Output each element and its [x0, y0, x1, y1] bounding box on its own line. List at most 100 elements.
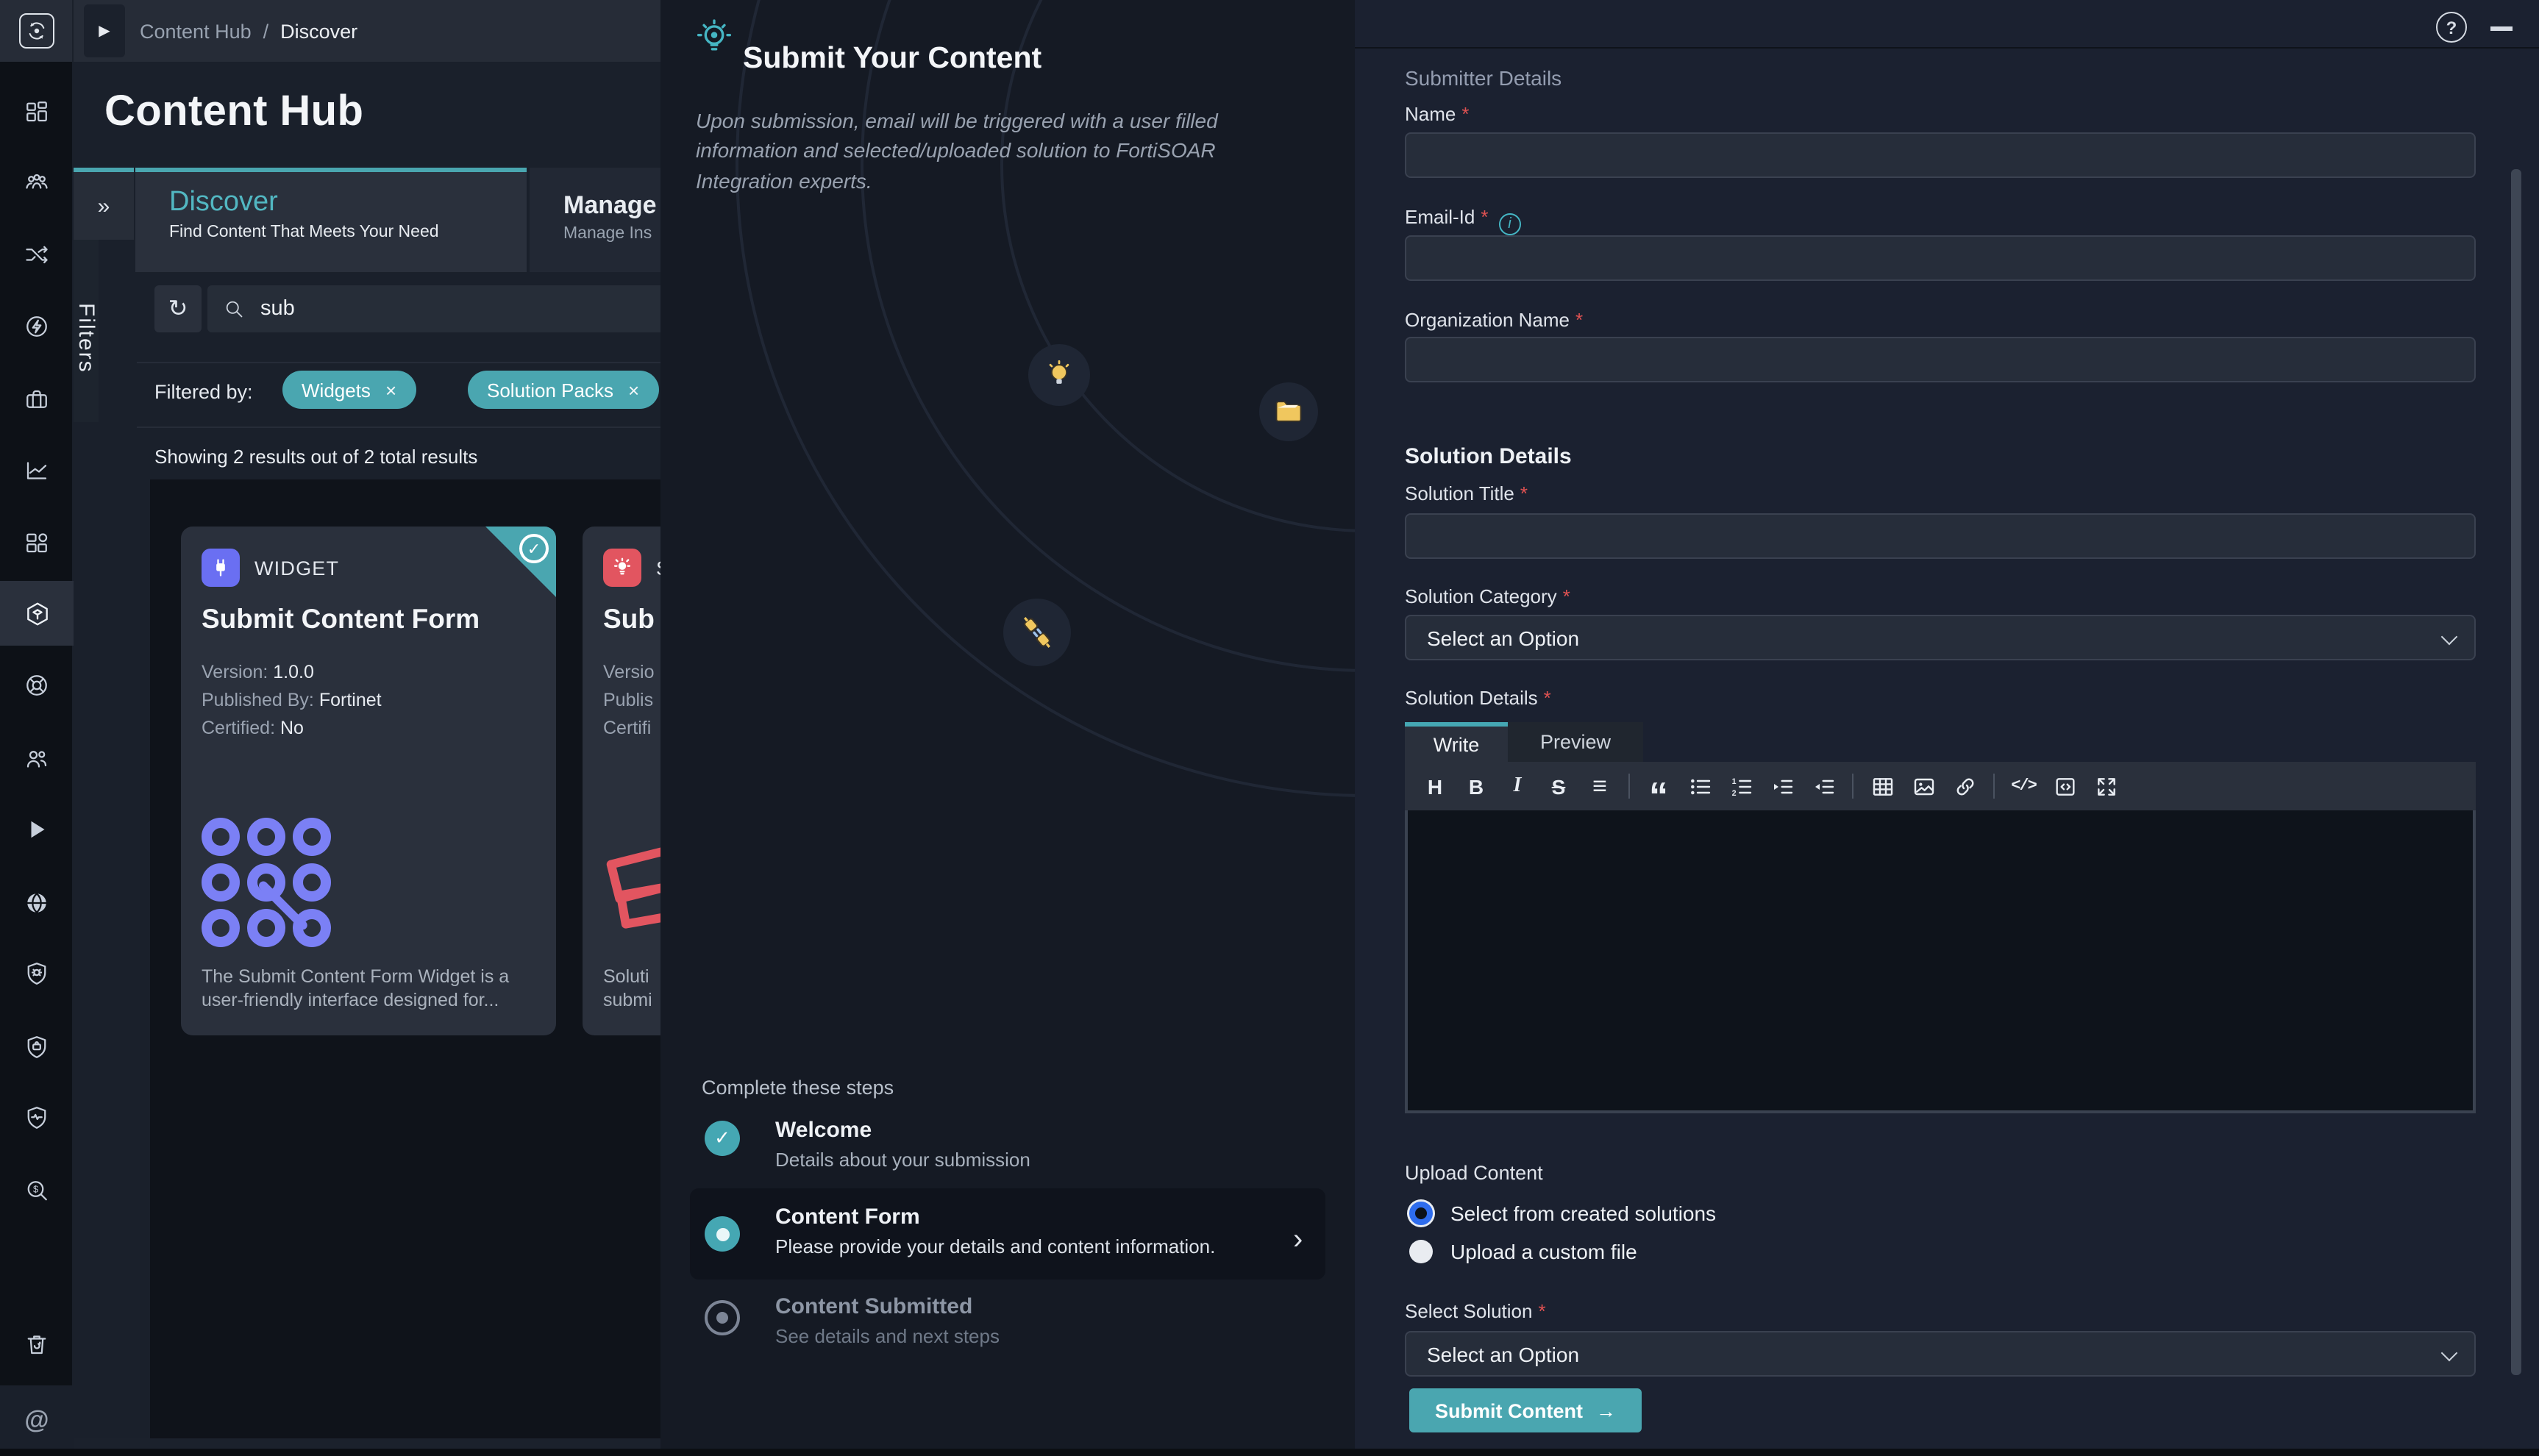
- sidebar-item-content-hub[interactable]: [0, 581, 74, 646]
- remove-filter-icon[interactable]: ×: [385, 379, 396, 401]
- arrow-right-icon: →: [1596, 1399, 1616, 1421]
- card-description: The Submit Content Form Widget is a user…: [202, 965, 540, 1012]
- play-icon: ▶: [99, 23, 110, 39]
- name-field[interactable]: [1405, 132, 2476, 178]
- collapse-panel-button[interactable]: ▶: [84, 4, 125, 57]
- wizard-title: Submit Your Content: [743, 40, 1041, 76]
- fullscreen-icon[interactable]: [2093, 774, 2118, 799]
- step-content-submitted-title[interactable]: Content Submitted: [775, 1294, 972, 1319]
- remove-filter-icon[interactable]: ×: [628, 379, 639, 401]
- minimize-button[interactable]: [2490, 26, 2513, 30]
- filter-tag-solution-packs[interactable]: Solution Packs ×: [468, 371, 658, 409]
- strikethrough-icon[interactable]: S: [1546, 774, 1571, 799]
- refresh-button[interactable]: ↻: [154, 285, 202, 332]
- tab-subtitle: Find Content That Meets Your Need: [169, 224, 527, 241]
- select-value: Select an Option: [1427, 626, 1579, 649]
- required-mark: *: [1481, 206, 1488, 228]
- link-icon[interactable]: [1952, 774, 1977, 799]
- tab-discover[interactable]: Discover Find Content That Meets Your Ne…: [135, 168, 527, 272]
- code-block-icon[interactable]: [2052, 774, 2077, 799]
- submit-content-button[interactable]: Submit Content →: [1409, 1388, 1642, 1432]
- globe-icon: [24, 890, 50, 916]
- step-welcome-title[interactable]: Welcome: [775, 1118, 872, 1143]
- solution-category-select[interactable]: Select an Option: [1405, 615, 2476, 660]
- sidebar-item-global[interactable]: [0, 871, 74, 935]
- radio-select-from-created-solutions[interactable]: Select from created solutions: [1409, 1202, 1716, 1225]
- solution-title-field[interactable]: [1405, 513, 2476, 559]
- radio-upload-custom-file[interactable]: Upload a custom file: [1409, 1240, 1637, 1263]
- breadcrumb-current[interactable]: Discover: [280, 20, 357, 42]
- sidebar-item-team[interactable]: [0, 150, 74, 215]
- sidebar-item-recycle-bin[interactable]: [0, 1312, 74, 1377]
- image-icon[interactable]: [1911, 774, 1936, 799]
- step-content-submitted-radio-icon: [705, 1300, 740, 1335]
- sidebar-item-shield-bug[interactable]: [0, 941, 74, 1006]
- meta-value: Fortinet: [319, 690, 382, 710]
- submit-button-label: Submit Content: [1435, 1399, 1583, 1421]
- sidebar-item-dashboard[interactable]: [0, 79, 74, 144]
- editor-tab-preview[interactable]: Preview: [1508, 722, 1643, 762]
- required-mark: *: [1563, 585, 1570, 607]
- sidebar-item-reports[interactable]: [0, 438, 74, 503]
- sidebar-item-cost-search[interactable]: $: [0, 1159, 74, 1224]
- email-field[interactable]: [1405, 235, 2476, 281]
- italic-icon[interactable]: I: [1505, 774, 1530, 799]
- heading-icon[interactable]: H: [1422, 774, 1447, 799]
- unordered-list-icon[interactable]: [1687, 774, 1712, 799]
- sidebar-item-playbooks[interactable]: [0, 797, 74, 862]
- info-icon[interactable]: i: [1499, 213, 1521, 235]
- help-button[interactable]: ?: [2436, 12, 2467, 43]
- inline-code-icon[interactable]: </>: [2011, 774, 2036, 799]
- sidebar-item-help-ring[interactable]: [0, 653, 74, 718]
- outdent-icon[interactable]: [1811, 774, 1836, 799]
- submitter-details-heading: Submitter Details: [1405, 66, 1561, 90]
- sidebar-item-widgets[interactable]: [0, 510, 74, 575]
- solution-category-label: Solution Category*: [1405, 585, 1570, 607]
- team-icon: [24, 169, 50, 196]
- blockquote-icon[interactable]: “: [1646, 774, 1671, 799]
- toolbar-divider: [1628, 774, 1630, 799]
- step-content-form-title[interactable]: Content Form: [775, 1205, 920, 1230]
- solution-details-editor[interactable]: [1405, 810, 2476, 1113]
- sidebar-item-resources[interactable]: [0, 368, 74, 432]
- sidebar-item-workflow[interactable]: [0, 222, 74, 287]
- scrollbar-thumb[interactable]: [2511, 169, 2521, 1375]
- select-value: Select an Option: [1427, 1342, 1579, 1366]
- svg-text:2: 2: [1731, 788, 1736, 797]
- sidebar-item-shield-pulse[interactable]: [0, 1085, 74, 1150]
- chevron-down-icon: [2441, 629, 2458, 646]
- editor-tab-write[interactable]: Write: [1405, 722, 1508, 762]
- breadcrumb-parent[interactable]: Content Hub: [140, 20, 252, 42]
- required-mark: *: [1461, 103, 1469, 125]
- solution-details-heading: Solution Details: [1405, 444, 1572, 469]
- sidebar-item-users[interactable]: [0, 727, 74, 791]
- chevron-right-icon[interactable]: ›: [1293, 1224, 1303, 1257]
- indent-icon[interactable]: [1770, 774, 1795, 799]
- radio-label: Upload a custom file: [1450, 1240, 1637, 1263]
- filter-tag-widgets[interactable]: Widgets ×: [282, 371, 416, 409]
- organization-field[interactable]: [1405, 337, 2476, 382]
- required-mark: *: [1538, 1300, 1545, 1322]
- results-summary: Showing 2 results out of 2 total results: [154, 446, 477, 468]
- steps-header: Complete these steps: [702, 1077, 894, 1099]
- select-solution-label: Select Solution*: [1405, 1300, 1546, 1322]
- play-icon: [24, 816, 50, 843]
- step-content-form-row[interactable]: [690, 1188, 1325, 1280]
- card-submit-content-form-widget[interactable]: ✓ WIDGET Submit Content Form Version: 1.…: [181, 527, 556, 1035]
- bold-icon[interactable]: B: [1464, 774, 1489, 799]
- table-icon[interactable]: [1870, 774, 1895, 799]
- solution-details-label: Solution Details*: [1405, 687, 1551, 709]
- content-form-panel: ? Submitter Details Name* Email-Id*i Org…: [1355, 0, 2539, 1456]
- name-label: Name*: [1405, 103, 1470, 125]
- select-solution-select[interactable]: Select an Option: [1405, 1331, 2476, 1377]
- filters-expand-button[interactable]: »: [74, 172, 134, 240]
- lines-icon[interactable]: ≡: [1587, 774, 1612, 799]
- sidebar-item-automation[interactable]: [0, 294, 74, 359]
- page-title: Content Hub: [104, 88, 363, 137]
- sidebar-item-shield-case[interactable]: [0, 1015, 74, 1079]
- meta-label: Certified:: [202, 718, 280, 738]
- ordered-list-icon[interactable]: 12: [1728, 774, 1753, 799]
- sidebar-item-mentions[interactable]: @: [0, 1385, 74, 1456]
- filters-label[interactable]: Filters: [74, 240, 99, 422]
- automation-logo-icon[interactable]: [18, 13, 54, 49]
